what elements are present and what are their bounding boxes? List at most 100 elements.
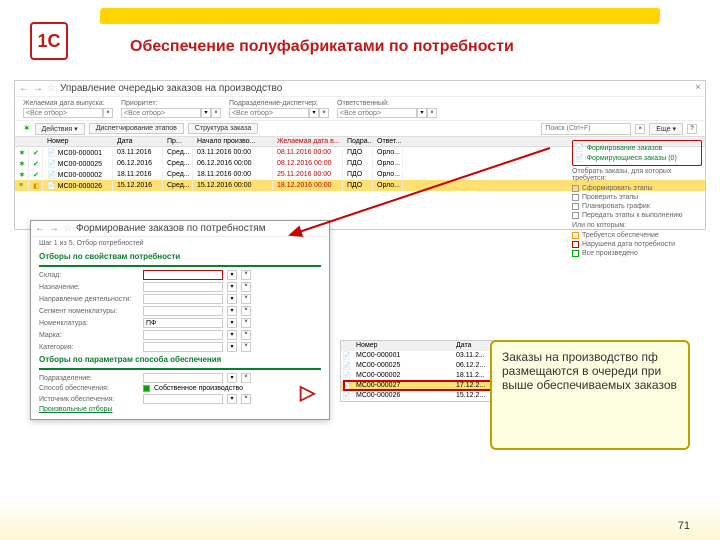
callout-box: Заказы на производство пф размещаются в …: [490, 340, 690, 450]
nav-back-icon[interactable]: ←: [19, 83, 29, 94]
filter-clear-btn[interactable]: ×: [427, 108, 437, 118]
filter-label: Ответственный:: [337, 100, 437, 107]
clear-btn[interactable]: ×: [241, 282, 251, 292]
side-checkbox-item[interactable]: Все произведено: [572, 249, 702, 258]
doc-icon: ✔: [33, 150, 39, 157]
filter-clear-btn[interactable]: ×: [211, 108, 221, 118]
field-input[interactable]: [143, 270, 223, 280]
filter-dd-btn[interactable]: ▾: [309, 108, 319, 118]
field-label: Способ обеспечения:: [39, 385, 139, 392]
status-icon: ≡: [19, 182, 23, 189]
dd-btn[interactable]: ▾: [227, 270, 237, 280]
clear-btn[interactable]: ×: [241, 294, 251, 304]
checkbox-icon[interactable]: [572, 185, 579, 192]
doc-icon: 📄: [342, 373, 351, 380]
col-resp[interactable]: Ответ...: [373, 137, 403, 146]
dd-btn[interactable]: ▾: [227, 394, 237, 404]
dd-btn[interactable]: ▾: [227, 318, 237, 328]
header-decoration: [100, 8, 661, 24]
close-icon[interactable]: ×: [695, 82, 701, 93]
search-input[interactable]: [541, 123, 631, 135]
filter-clear-btn[interactable]: ×: [319, 108, 329, 118]
more-button[interactable]: Еще ▾: [649, 123, 683, 135]
page-number: 71: [678, 520, 690, 532]
dispatch-button[interactable]: Диспетчирование этапов: [89, 123, 184, 134]
col-start[interactable]: Начало произво...: [193, 137, 273, 146]
clear-btn[interactable]: ×: [241, 318, 251, 328]
field-input[interactable]: [143, 373, 223, 383]
field-input[interactable]: [143, 318, 223, 328]
side-checkbox-item[interactable]: Передать этапы к выполнению: [572, 211, 702, 220]
clear-btn[interactable]: ×: [241, 330, 251, 340]
dd-btn[interactable]: ▾: [227, 330, 237, 340]
actions-button[interactable]: Действия ▾: [35, 123, 85, 135]
nav-back-icon[interactable]: ←: [35, 223, 45, 234]
checkbox-icon[interactable]: [143, 385, 150, 392]
clear-btn[interactable]: ×: [241, 306, 251, 316]
doc-icon: ✔: [33, 161, 39, 168]
filter-clear-btn[interactable]: ×: [103, 108, 113, 118]
clear-btn[interactable]: ×: [241, 270, 251, 280]
checkbox-icon[interactable]: [572, 250, 579, 257]
col-want[interactable]: Желаемая дата в...: [273, 137, 343, 146]
field-label: Назначение:: [39, 284, 139, 291]
filter-dept-input[interactable]: [229, 108, 309, 118]
toolbar-icon[interactable]: ✶: [23, 123, 31, 134]
star-icon[interactable]: ☆: [63, 223, 72, 234]
checkbox-icon[interactable]: [572, 203, 579, 210]
col-priority[interactable]: Пр...: [163, 137, 193, 146]
checkbox-icon[interactable]: [572, 232, 579, 239]
status-icon: ✶: [19, 172, 25, 179]
checkbox-icon[interactable]: [572, 194, 579, 201]
checkbox-icon[interactable]: [572, 212, 579, 219]
nav-fwd-icon[interactable]: →: [49, 223, 59, 234]
side-checkbox-item[interactable]: Проверить этапы: [572, 193, 702, 202]
col-date[interactable]: Дата: [113, 137, 163, 146]
field-input[interactable]: [143, 306, 223, 316]
custom-filters-link[interactable]: Произвольные отборы: [39, 406, 113, 413]
doc-icon: 📄: [47, 172, 56, 179]
field-input[interactable]: [143, 282, 223, 292]
field-input[interactable]: [143, 294, 223, 304]
filter-priority-input[interactable]: [121, 108, 201, 118]
search-btn[interactable]: ×: [635, 124, 645, 134]
star-icon[interactable]: ☆: [47, 83, 56, 94]
side-forming-orders[interactable]: 📄Формирующиеся заказы (0): [575, 153, 699, 163]
slide-title: Обеспечение полуфабрикатами по потребнос…: [130, 38, 514, 56]
filter-dd-btn[interactable]: ▾: [417, 108, 427, 118]
col-number[interactable]: Номер: [43, 137, 113, 146]
structure-button[interactable]: Структура заказа: [188, 123, 258, 134]
side-checkbox-item[interactable]: Сформировать этапы: [572, 184, 702, 193]
field-input[interactable]: [143, 342, 223, 352]
doc-icon: ✔: [33, 172, 39, 179]
field-input[interactable]: [143, 394, 223, 404]
side-checkbox-item[interactable]: Требуется обеспечение: [572, 231, 702, 240]
callout-text: Заказы на производство пф размещаются в …: [502, 350, 677, 392]
window-title: Управление очередью заказов на производс…: [60, 83, 282, 94]
doc-icon: 📄: [342, 363, 351, 370]
dd-btn[interactable]: ▾: [227, 373, 237, 383]
dd-btn[interactable]: ▾: [227, 294, 237, 304]
nav-fwd-icon[interactable]: →: [33, 83, 43, 94]
field-input[interactable]: [143, 330, 223, 340]
clear-btn[interactable]: ×: [241, 394, 251, 404]
filter-dd-btn[interactable]: ▾: [201, 108, 211, 118]
clear-btn[interactable]: ×: [241, 373, 251, 383]
dd-btn[interactable]: ▾: [227, 306, 237, 316]
clear-btn[interactable]: ×: [241, 342, 251, 352]
col-dept[interactable]: Подра...: [343, 137, 373, 146]
checkbox-icon[interactable]: [572, 241, 579, 248]
side-checkbox-item[interactable]: Нарушена дата потребности: [572, 240, 702, 249]
mini-col-num[interactable]: Номер: [353, 341, 453, 351]
filter-resp-input[interactable]: [337, 108, 417, 118]
dialog-section: Отборы по свойствам потребности: [31, 250, 329, 263]
footer: [0, 500, 720, 540]
side-form-orders[interactable]: 📄Формирование заказов: [575, 143, 699, 153]
field-label: Марка:: [39, 332, 139, 339]
dd-btn[interactable]: ▾: [227, 282, 237, 292]
doc-icon: 📄: [342, 353, 351, 360]
filter-date-input[interactable]: [23, 108, 103, 118]
help-button[interactable]: ?: [687, 124, 697, 134]
dd-btn[interactable]: ▾: [227, 342, 237, 352]
side-checkbox-item[interactable]: Планировать график: [572, 202, 702, 211]
